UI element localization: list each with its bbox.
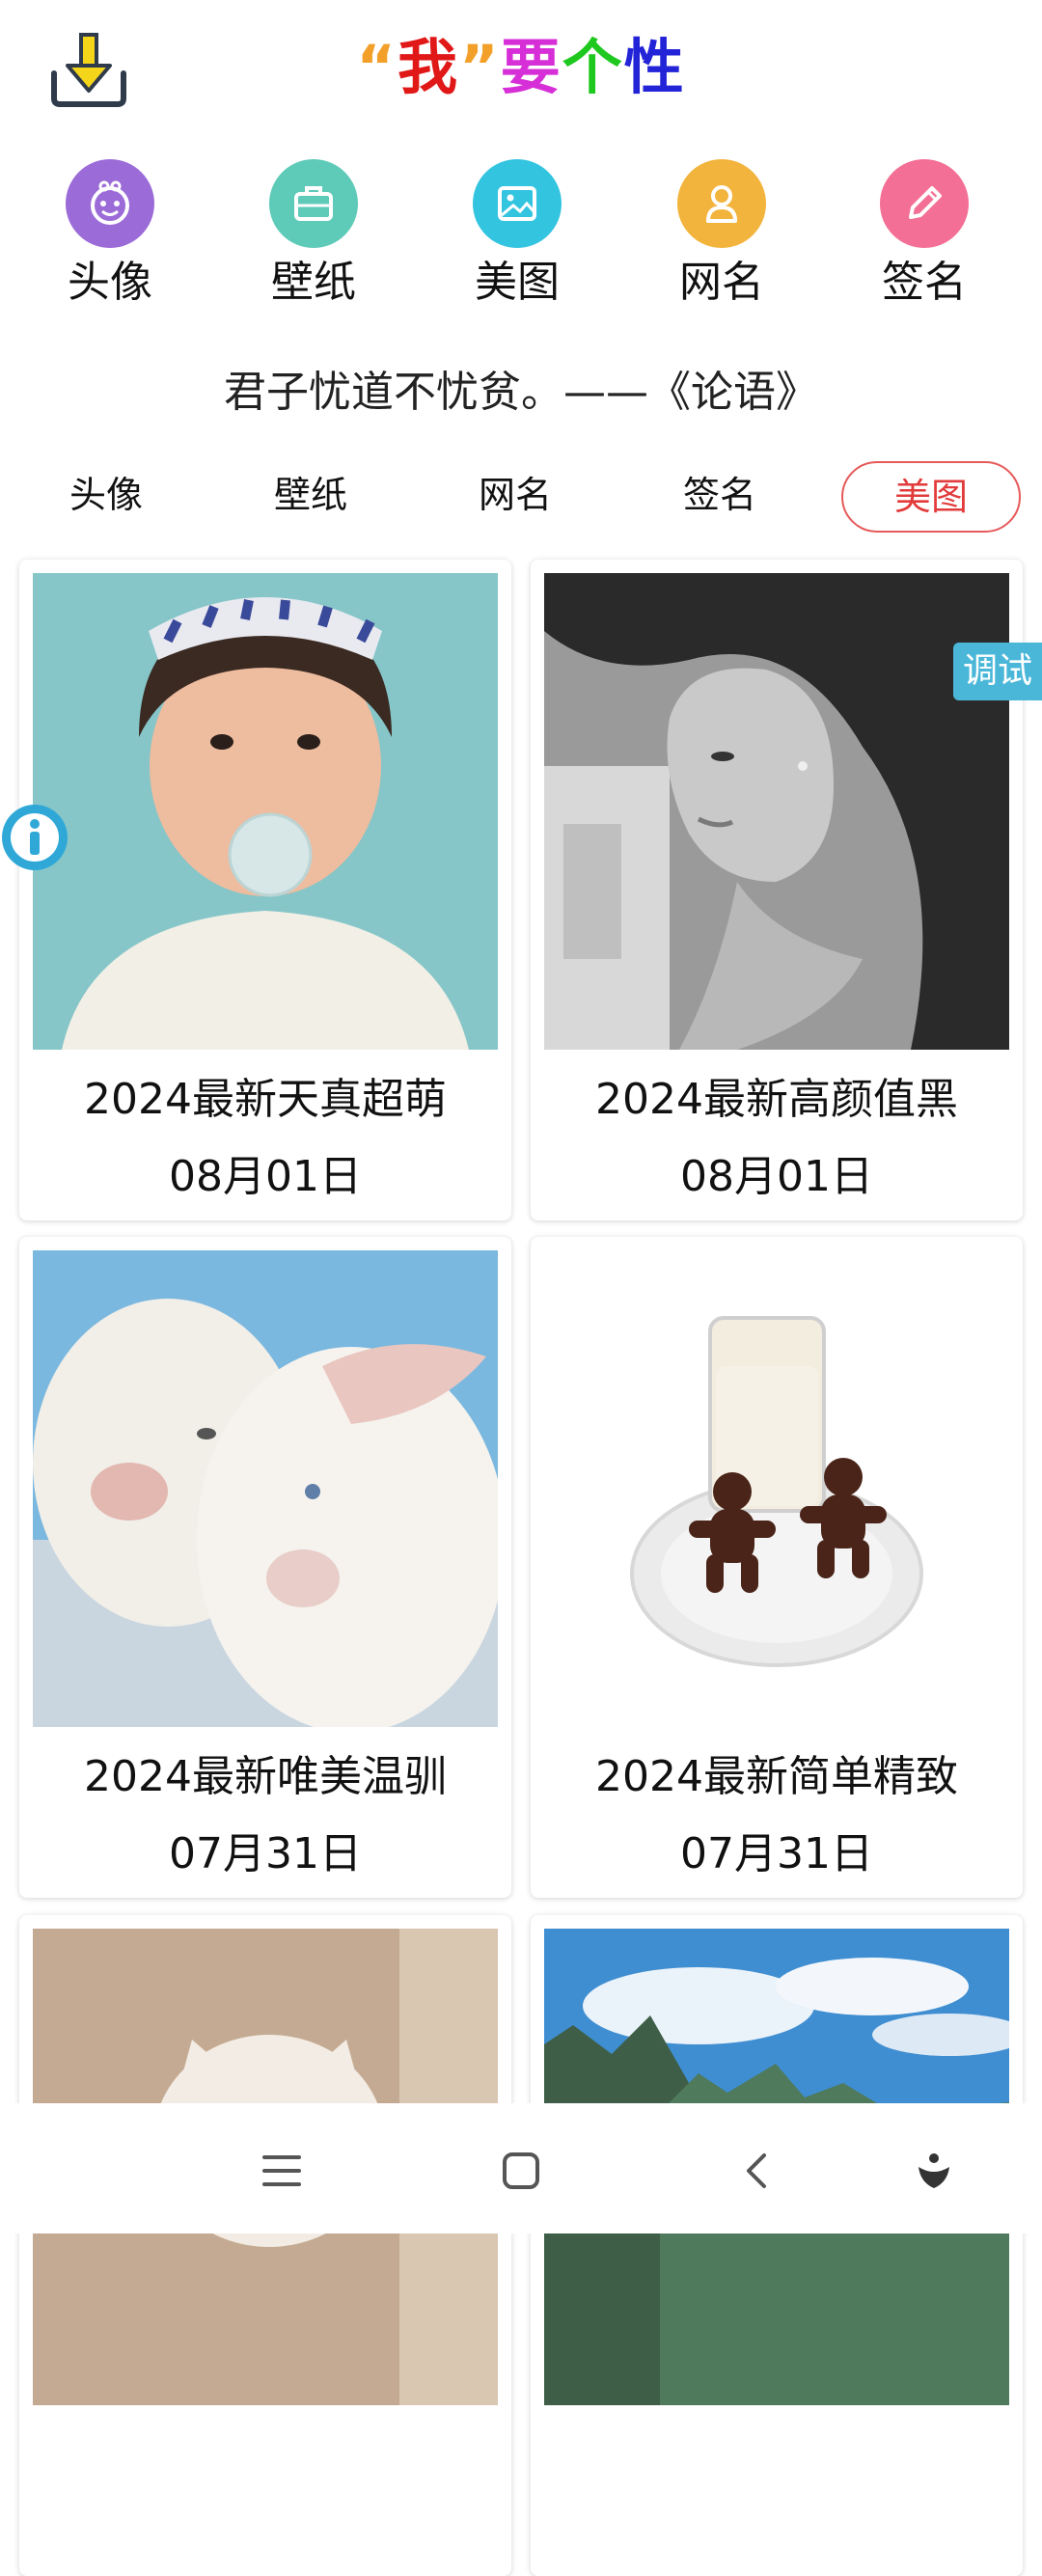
category-label: 头像 (68, 258, 152, 307)
card-date: 08月01日 (169, 1152, 362, 1201)
child-bubblegum-photo[interactable] (33, 573, 498, 1050)
category-label: 美图 (475, 258, 560, 307)
card-date: 08月01日 (680, 1152, 873, 1201)
title-char: 我 (397, 32, 459, 102)
bw-woman-portrait[interactable] (544, 573, 1009, 1050)
app-header: “我”要个性 (0, 0, 1042, 145)
home-square-icon (503, 2152, 539, 2189)
debug-button[interactable]: 调试 (953, 643, 1042, 700)
user-icon (677, 159, 766, 248)
category-avatar[interactable]: 头像 (33, 159, 187, 312)
card-title: 2024最新唯美温驯 (84, 1752, 447, 1801)
baby-face-icon (66, 159, 154, 248)
card-title: 2024最新高颜值黑 (595, 1075, 958, 1124)
briefcase-icon (269, 159, 358, 248)
tab-nickname[interactable]: 网名 (448, 461, 583, 529)
category-label: 网名 (679, 258, 764, 307)
title-char: 个 (562, 32, 624, 102)
app-title: “我”要个性 (0, 29, 1042, 106)
info-icon (2, 805, 68, 870)
assistant-icon (919, 2153, 949, 2188)
info-button[interactable] (0, 803, 69, 872)
pencil-icon (880, 159, 969, 248)
daily-quote: 君子忧道不忧贫。——《论语》 (224, 368, 818, 417)
system-nav-bar (0, 2103, 1042, 2233)
category-nickname[interactable]: 网名 (644, 159, 799, 312)
card-title: 2024最新天真超萌 (84, 1075, 447, 1124)
assistant-button[interactable] (895, 2132, 973, 2209)
category-wallpaper[interactable]: 壁纸 (236, 159, 391, 312)
image-icon (473, 159, 562, 248)
picture-card[interactable]: 2024最新高颜值黑 08月01日 (531, 560, 1023, 1220)
title-char: 要 (500, 32, 562, 102)
menu-button[interactable] (243, 2132, 320, 2209)
tab-wallpaper[interactable]: 壁纸 (243, 461, 378, 529)
category-pictures[interactable]: 美图 (440, 159, 594, 312)
card-title: 2024最新简单精致 (595, 1752, 958, 1801)
category-label: 壁纸 (271, 258, 356, 307)
menu-icon (262, 2155, 301, 2186)
title-char: “ (356, 32, 398, 102)
tab-pictures[interactable]: 美图 (841, 461, 1021, 533)
tab-avatar[interactable]: 头像 (39, 461, 174, 529)
back-button[interactable] (718, 2132, 795, 2209)
title-char: 性 (623, 32, 686, 102)
home-button[interactable] (482, 2132, 560, 2209)
picture-card[interactable]: 2024最新简单精致 07月31日 (531, 1237, 1023, 1898)
picture-card[interactable] (19, 1915, 511, 2576)
category-row: 头像 壁纸 美图 网名 签名 (0, 159, 1042, 318)
picture-card[interactable]: 2024最新天真超萌 08月01日 (19, 560, 511, 1220)
back-icon (747, 2153, 766, 2188)
card-date: 07月31日 (680, 1829, 873, 1878)
category-label: 签名 (882, 258, 967, 307)
card-date: 07月31日 (169, 1829, 362, 1878)
picture-card[interactable]: 2024最新唯美温驯 07月31日 (19, 1237, 511, 1898)
white-goats-photo[interactable] (33, 1250, 498, 1727)
milk-gingerbread-photo[interactable] (544, 1250, 1009, 1727)
category-signature[interactable]: 签名 (847, 159, 1001, 312)
tab-bar: 头像 壁纸 网名 签名 美图 (0, 461, 1042, 538)
picture-card[interactable] (531, 1915, 1023, 2576)
title-char: ” (458, 32, 501, 102)
tab-signature[interactable]: 签名 (652, 461, 787, 529)
